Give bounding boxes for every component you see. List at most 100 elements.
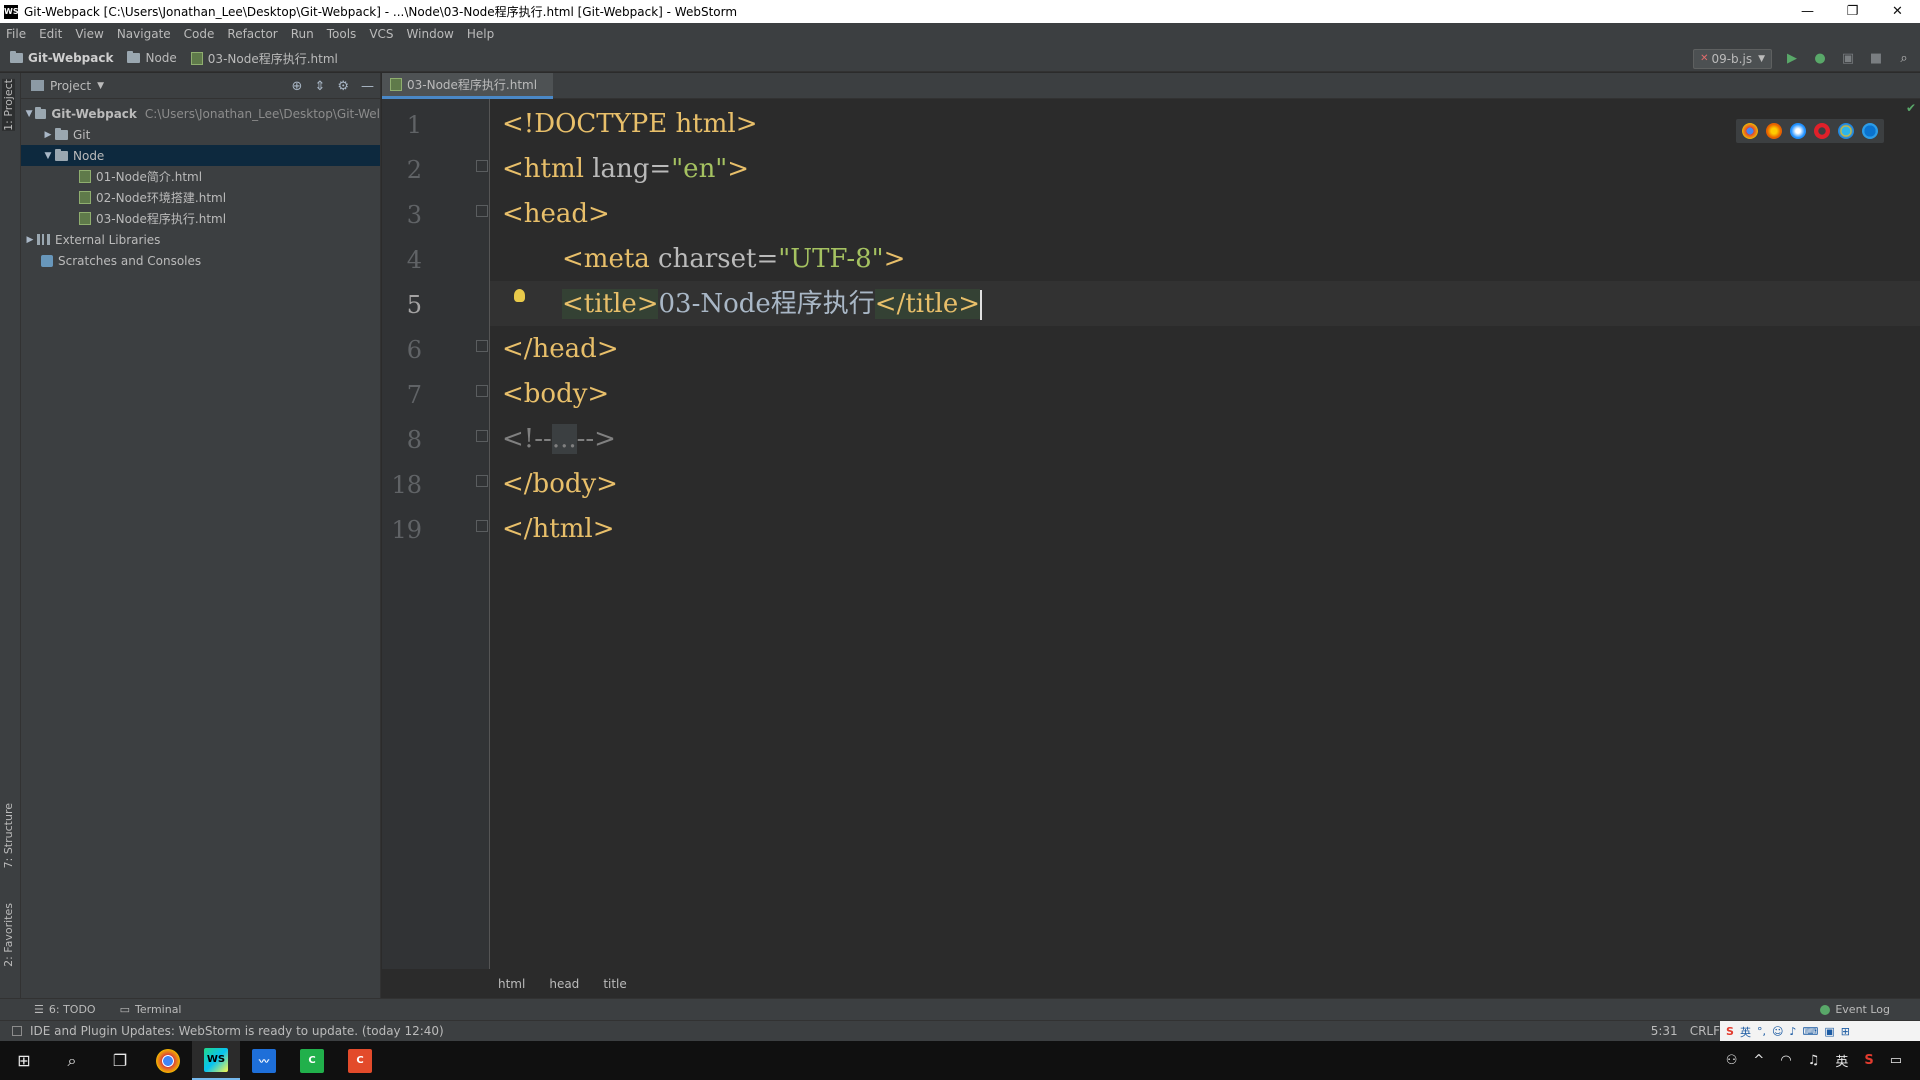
caret-position[interactable]: 5:31: [1651, 1024, 1678, 1038]
expand-arrow-icon[interactable]: ▶: [41, 130, 55, 140]
maximize-button[interactable]: ❐: [1830, 0, 1875, 23]
taskbar-chrome[interactable]: [144, 1041, 192, 1080]
collapse-all-icon[interactable]: ⇕: [314, 79, 325, 94]
tree-item-scratches[interactable]: Scratches and Consoles: [21, 250, 380, 271]
fold-toggle-icon[interactable]: [476, 205, 488, 217]
emoji-icon[interactable]: ☺: [1772, 1025, 1783, 1038]
taskbar-app-green[interactable]: C: [288, 1041, 336, 1080]
tree-item-label: Node: [73, 148, 105, 163]
menu-view[interactable]: View: [75, 27, 103, 41]
tool-tab-terminal[interactable]: ▭ Terminal: [120, 1003, 182, 1016]
safari-icon[interactable]: [1790, 123, 1806, 139]
expand-arrow-icon[interactable]: ▼: [41, 151, 55, 161]
tool-tab-project[interactable]: 1: Project: [2, 79, 15, 131]
taskbar-webstorm[interactable]: WS: [192, 1041, 240, 1080]
tool-tab-favorites[interactable]: 2: Favorites: [2, 903, 15, 967]
fold-expand-icon[interactable]: [476, 430, 488, 442]
tree-item-node[interactable]: ▼ Node: [21, 145, 380, 166]
tool-tab-structure[interactable]: 7: Structure: [2, 803, 15, 868]
taskbar-app-blue[interactable]: 〰: [240, 1041, 288, 1080]
tree-item-git[interactable]: ▶ Git: [21, 124, 380, 145]
toggle-tool-windows-icon[interactable]: [12, 1026, 22, 1036]
nav-crumb-file[interactable]: 03-Node程序执行.html: [190, 50, 338, 67]
punctuation-icon[interactable]: °,: [1757, 1025, 1766, 1038]
ime-language[interactable]: 英: [1740, 1024, 1751, 1040]
minimize-button[interactable]: —: [1785, 0, 1830, 23]
menu-navigate[interactable]: Navigate: [117, 27, 171, 41]
fold-toggle-icon[interactable]: [476, 475, 488, 487]
ie-icon[interactable]: [1838, 123, 1854, 139]
firefox-icon[interactable]: [1766, 123, 1782, 139]
editor-tab-bar: 03-Node程序执行.html: [382, 73, 1920, 99]
breadcrumb-title[interactable]: title: [603, 977, 626, 991]
editor-tab-03-node[interactable]: 03-Node程序执行.html: [382, 73, 554, 99]
run-configuration-label: 09-b.js: [1711, 51, 1753, 66]
breadcrumb-html[interactable]: html: [498, 977, 525, 991]
intention-bulb-icon[interactable]: [514, 289, 525, 302]
tree-item-file-03[interactable]: 03-Node程序执行.html: [21, 208, 380, 229]
input-language[interactable]: 英: [1835, 1051, 1848, 1070]
people-icon[interactable]: ⚇: [1726, 1053, 1738, 1068]
run-icon[interactable]: ▶: [1784, 51, 1800, 67]
sogou-tray-icon[interactable]: S: [1864, 1053, 1873, 1068]
skin-icon[interactable]: ▣: [1824, 1025, 1834, 1038]
menu-run[interactable]: Run: [291, 27, 314, 41]
debug-icon[interactable]: ●: [1812, 51, 1828, 67]
tree-item-file-02[interactable]: 02-Node环境搭建.html: [21, 187, 380, 208]
search-button[interactable]: ⌕: [48, 1041, 96, 1080]
chrome-icon[interactable]: [1742, 123, 1758, 139]
folded-region[interactable]: ...: [551, 424, 577, 454]
coverage-icon[interactable]: ▣: [1840, 51, 1856, 67]
menu-tools[interactable]: Tools: [327, 27, 357, 41]
menu-window[interactable]: Window: [407, 27, 454, 41]
expand-arrow-icon[interactable]: ▼: [23, 109, 35, 119]
sogou-ime-icon[interactable]: S: [1726, 1025, 1734, 1038]
close-button[interactable]: ✕: [1875, 0, 1920, 23]
opera-icon[interactable]: [1814, 123, 1830, 139]
monitor-app-icon: 〰: [252, 1048, 276, 1073]
microphone-icon[interactable]: ♪: [1789, 1025, 1796, 1038]
stop-icon[interactable]: ■: [1868, 51, 1884, 67]
expand-arrow-icon[interactable]: ▶: [23, 235, 37, 245]
fold-toggle-icon[interactable]: [476, 385, 488, 397]
gear-icon[interactable]: ⚙: [337, 79, 349, 94]
fold-toggle-icon[interactable]: [476, 520, 488, 532]
menu-vcs[interactable]: VCS: [369, 27, 393, 41]
line-separator[interactable]: CRLF: [1690, 1024, 1720, 1038]
project-view-select[interactable]: Project ▼: [31, 79, 104, 93]
run-configuration-select[interactable]: ✕ 09-b.js ▼: [1693, 48, 1772, 69]
taskbar-app-red[interactable]: C: [336, 1041, 384, 1080]
tray-expand-icon[interactable]: ^: [1753, 1053, 1764, 1068]
volume-icon[interactable]: ♫: [1808, 1053, 1820, 1068]
tools-icon[interactable]: ⊞: [1841, 1025, 1850, 1038]
menu-edit[interactable]: Edit: [39, 27, 62, 41]
fold-toggle-icon[interactable]: [476, 160, 488, 172]
title-close-tag: </title>: [874, 289, 981, 319]
folder-icon: [10, 51, 23, 63]
nav-crumb-project[interactable]: Git-Webpack: [10, 51, 113, 65]
action-center-icon[interactable]: ▭: [1890, 1053, 1902, 1068]
task-view-button[interactable]: ❐: [96, 1041, 144, 1080]
menu-help[interactable]: Help: [467, 27, 494, 41]
tree-item-external-libraries[interactable]: ▶ External Libraries: [21, 229, 380, 250]
search-icon[interactable]: ⌕: [1896, 51, 1912, 67]
status-message[interactable]: IDE and Plugin Updates: WebStorm is read…: [30, 1024, 444, 1038]
tree-item-file-01[interactable]: 01-Node简介.html: [21, 166, 380, 187]
code-line-2: <html lang="en">: [502, 149, 749, 189]
fold-toggle-icon[interactable]: [476, 340, 488, 352]
keyboard-icon[interactable]: ⌨: [1802, 1025, 1818, 1038]
tree-item-git-webpack[interactable]: ▼ Git-Webpack C:\Users\Jonathan_Lee\Desk…: [21, 103, 380, 124]
locate-icon[interactable]: ⊕: [292, 79, 303, 94]
menu-file[interactable]: File: [6, 27, 26, 41]
menu-code[interactable]: Code: [184, 27, 215, 41]
code-editor[interactable]: 1 2 3 4 5 6 7 8 18 19 <!DOCTYPE html> <h…: [382, 99, 1920, 969]
tool-tab-event-log[interactable]: Event Log: [1820, 1003, 1890, 1016]
network-icon[interactable]: ◠: [1780, 1053, 1791, 1068]
tool-tab-todo[interactable]: ☰ 6: TODO: [34, 1003, 96, 1016]
breadcrumb-head[interactable]: head: [549, 977, 579, 991]
start-button[interactable]: ⊞: [0, 1041, 48, 1080]
menu-refactor[interactable]: Refactor: [227, 27, 277, 41]
nav-crumb-folder[interactable]: Node: [127, 51, 177, 65]
edge-icon[interactable]: [1862, 123, 1878, 139]
hide-icon[interactable]: —: [361, 79, 374, 94]
